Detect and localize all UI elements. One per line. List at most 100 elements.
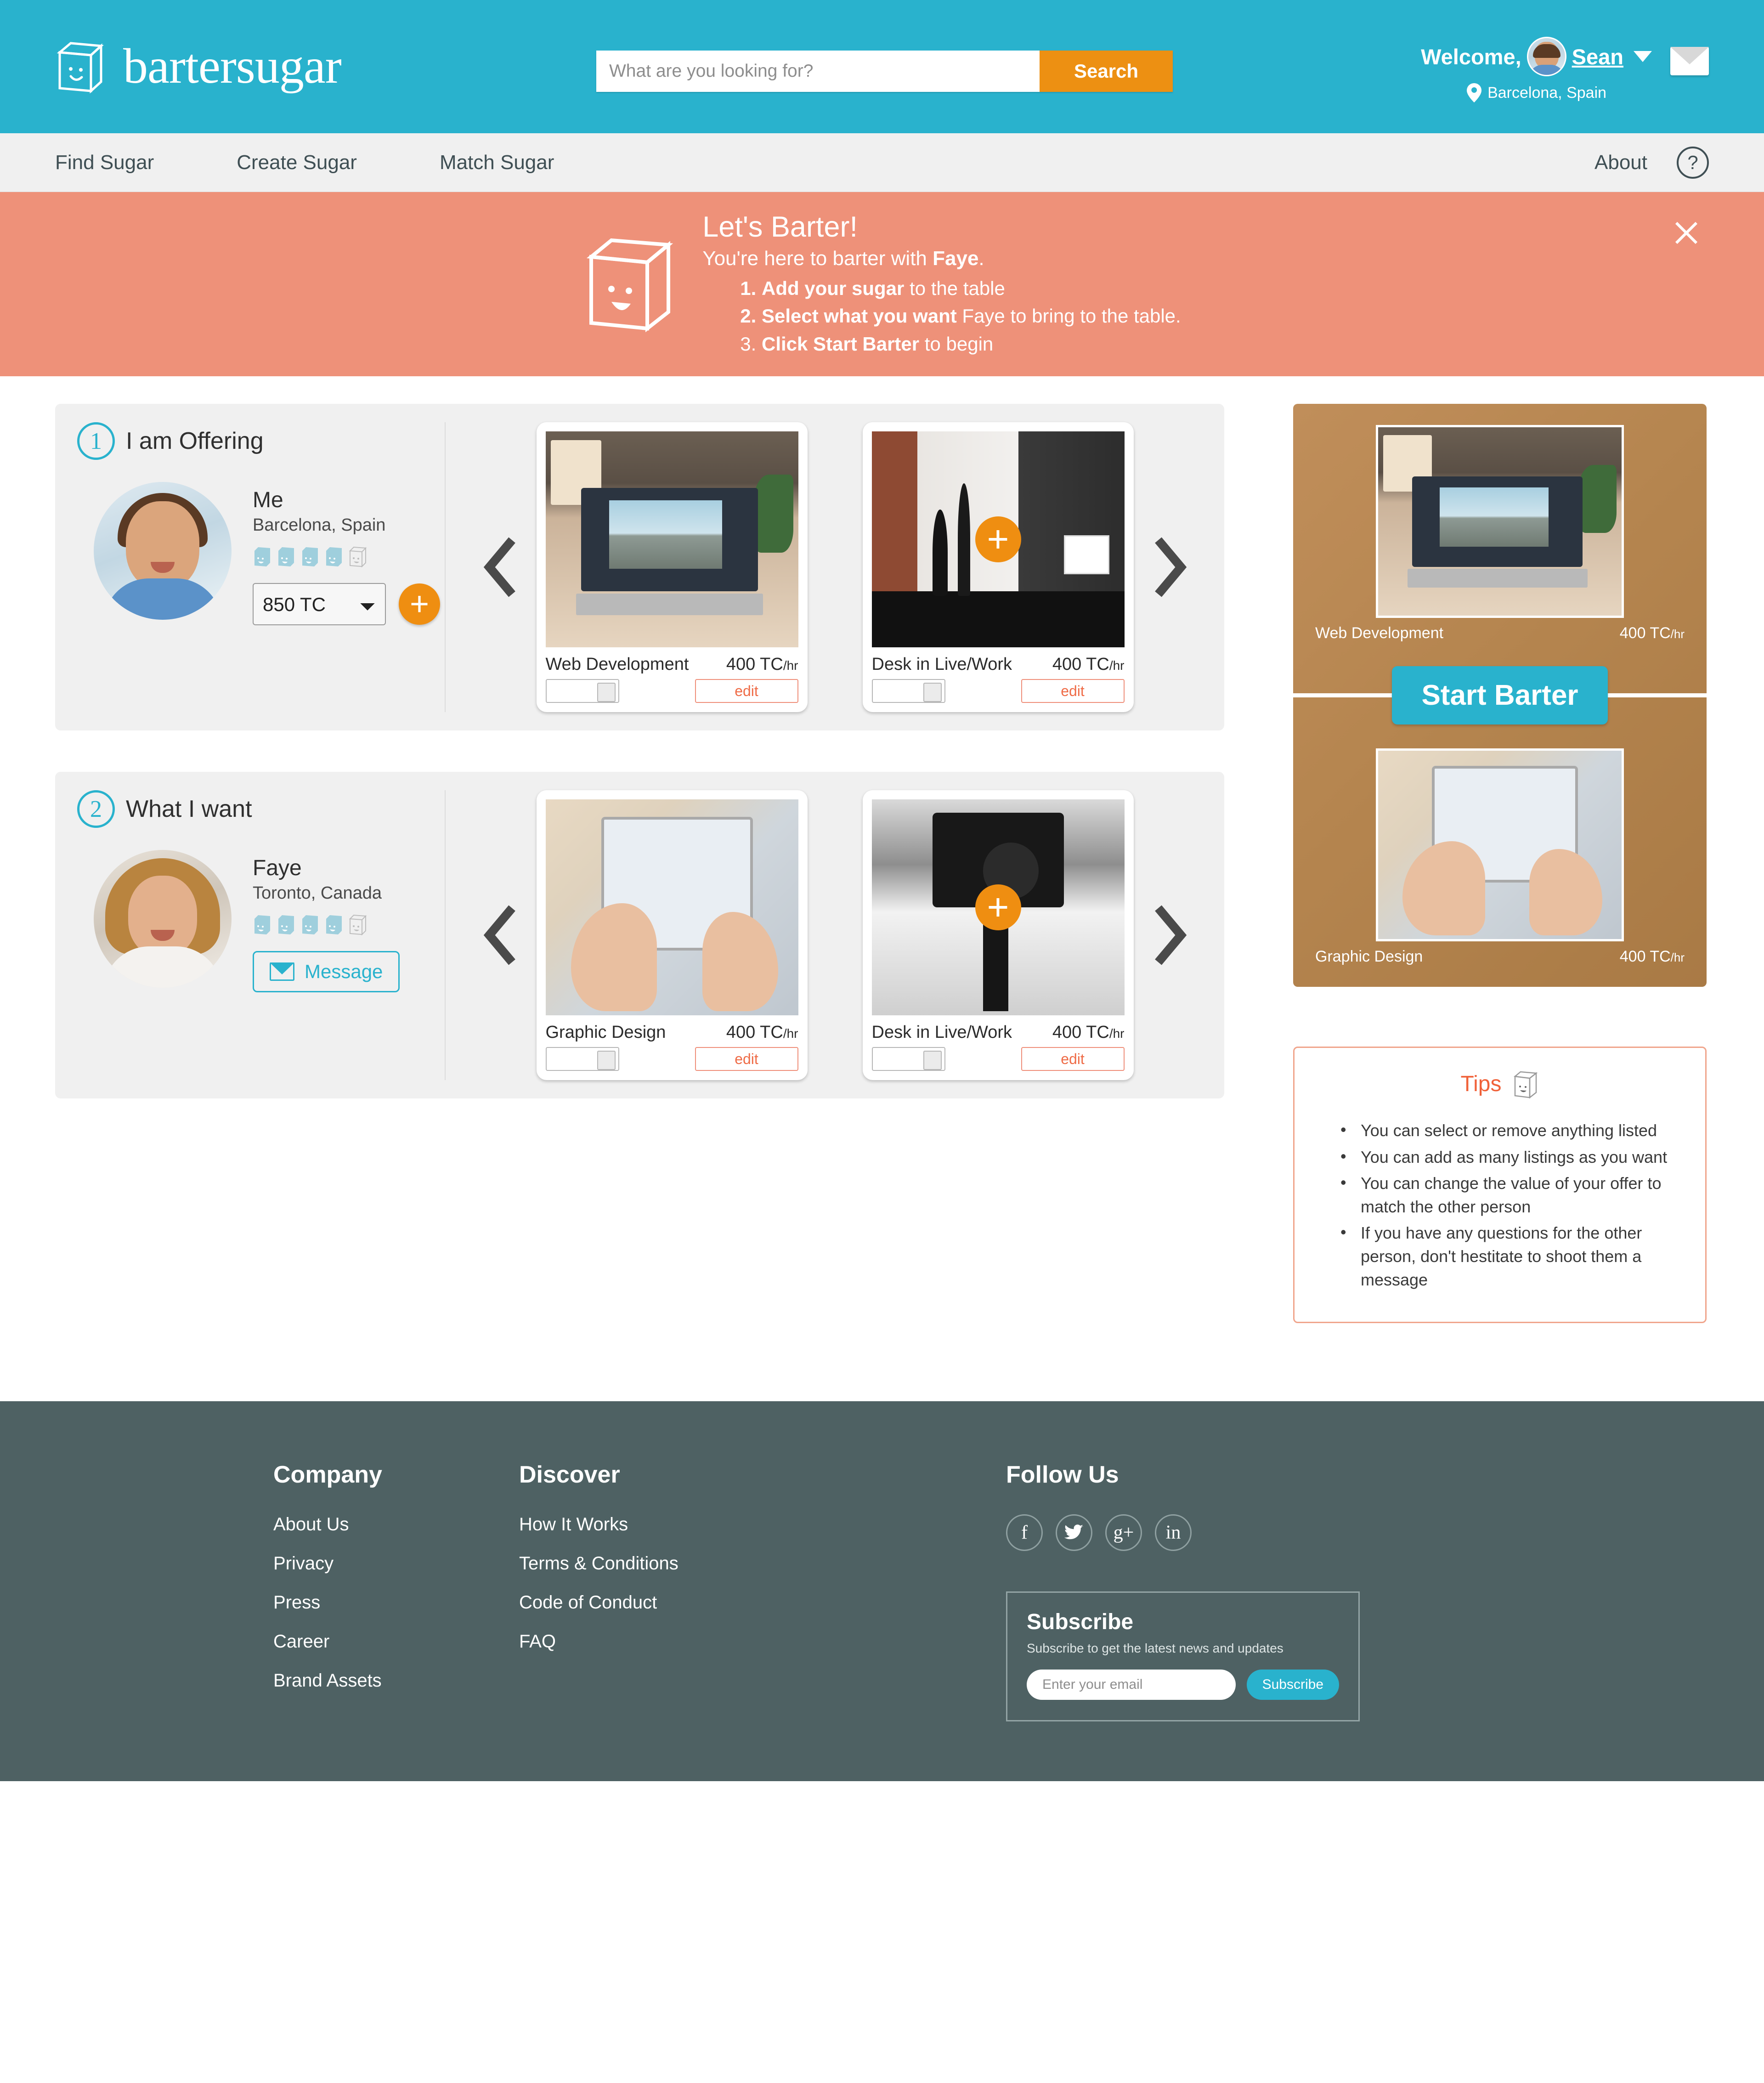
facebook-icon[interactable]: f xyxy=(1006,1514,1043,1551)
listing-price-unit: /hr xyxy=(783,658,798,673)
edit-listing-button[interactable]: edit xyxy=(1021,1047,1125,1071)
chevron-left-icon[interactable] xyxy=(482,537,517,598)
envelope-icon[interactable] xyxy=(1670,47,1709,75)
listing-date-input[interactable] xyxy=(545,1047,619,1071)
listing-date-input[interactable] xyxy=(545,679,619,703)
rating-cubes xyxy=(253,913,400,936)
edit-listing-button[interactable]: edit xyxy=(695,679,798,703)
banner-subtitle-post: . xyxy=(978,247,984,270)
twitter-icon[interactable] xyxy=(1056,1514,1092,1551)
listing-card[interactable]: Desk in Live/Work 400 TC/hr edit xyxy=(862,422,1134,713)
banner-step-2: 2. Select what you want Faye to bring to… xyxy=(740,302,1181,330)
wanted-panel: 2 What I want Faye Toronto, Canada Messa… xyxy=(55,772,1224,1099)
footer-follow-title: Follow Us xyxy=(1006,1461,1119,1489)
footer-link-faq[interactable]: FAQ xyxy=(519,1631,1006,1652)
add-listing-button[interactable] xyxy=(399,583,440,625)
linkedin-icon[interactable]: in xyxy=(1155,1514,1192,1551)
banner-step-1: 1. Add your sugar to the table xyxy=(740,275,1181,302)
avatar xyxy=(94,850,232,988)
listing-date-input[interactable] xyxy=(871,679,945,703)
close-icon[interactable] xyxy=(1673,220,1700,246)
tip-item: If you have any questions for the other … xyxy=(1338,1220,1682,1291)
subscribe-panel: Subscribe Subscribe to get the latest ne… xyxy=(1006,1591,1360,1722)
logo[interactable]: bartersugar xyxy=(55,38,342,95)
message-button[interactable]: Message xyxy=(253,951,400,993)
tips-panel: Tips You can select or remove anything l… xyxy=(1293,1047,1707,1324)
barter-instructions-banner: Let's Barter! You're here to barter with… xyxy=(0,192,1764,377)
banner-step-1-strong: Add your sugar xyxy=(761,277,905,299)
rating-cube-filled-icon xyxy=(278,547,294,567)
listing-price-value: 400 TC xyxy=(1619,948,1671,966)
nav-item-create-sugar[interactable]: Create Sugar xyxy=(237,151,357,174)
banner-subtitle-pre: You're here to barter with xyxy=(702,247,933,270)
nav-item-about[interactable]: About xyxy=(1594,151,1647,174)
chevron-right-icon[interactable] xyxy=(1153,905,1188,966)
rating-cube-filled-icon xyxy=(254,547,270,567)
listing-card[interactable]: Web Development 400 TC/hr edit xyxy=(536,422,808,713)
sugar-cube-icon xyxy=(1514,1071,1538,1099)
footer-company-title: Company xyxy=(273,1461,382,1489)
google-plus-icon[interactable]: g+ xyxy=(1105,1514,1142,1551)
edit-listing-button[interactable]: edit xyxy=(1021,679,1125,703)
account-menu[interactable]: Welcome, Sean Barcelona, Spain xyxy=(1421,37,1652,103)
sugar-cube-mascot-icon xyxy=(587,238,673,333)
footer-link-terms[interactable]: Terms & Conditions xyxy=(519,1553,1006,1574)
listing-card[interactable]: Desk in Live/Work 400 TC/hr edit xyxy=(862,790,1134,1081)
footer-discover-title: Discover xyxy=(519,1461,620,1489)
subscribe-button[interactable]: Subscribe xyxy=(1246,1670,1339,1700)
listing-title: Web Development xyxy=(545,655,689,674)
step-number-1: 1 xyxy=(77,422,115,460)
banner-step-3-rest: to begin xyxy=(919,333,994,355)
message-button-label: Message xyxy=(305,961,383,983)
nav-item-find-sugar[interactable]: Find Sugar xyxy=(55,151,154,174)
footer-link-code-of-conduct[interactable]: Code of Conduct xyxy=(519,1592,1006,1613)
footer-link-career[interactable]: Career xyxy=(273,1631,519,1652)
table-wanted-item: Graphic Design 400 TC/hr xyxy=(1315,748,1685,966)
footer-link-brand-assets[interactable]: Brand Assets xyxy=(273,1670,519,1691)
plus-icon[interactable] xyxy=(975,884,1021,931)
edit-listing-button[interactable]: edit xyxy=(695,1047,798,1071)
listing-card[interactable]: Graphic Design 400 TC/hr edit xyxy=(536,790,808,1081)
subscribe-email-input[interactable] xyxy=(1027,1670,1236,1700)
footer-link-about-us[interactable]: About Us xyxy=(273,1514,519,1535)
subscribe-description: Subscribe to get the latest news and upd… xyxy=(1027,1641,1283,1656)
chevron-right-icon[interactable] xyxy=(1153,537,1188,598)
listing-photo xyxy=(871,431,1125,648)
avatar xyxy=(94,482,232,620)
banner-steps: 1. Add your sugar to the table 2. Select… xyxy=(702,275,1181,358)
start-barter-button[interactable]: Start Barter xyxy=(1392,666,1608,725)
offering-panel: 1 I am Offering Me Barcelona, Spain 850 … xyxy=(55,404,1224,731)
account-name-link[interactable]: Sean xyxy=(1572,44,1623,69)
search-bar[interactable]: Search xyxy=(596,51,1173,92)
primary-nav: Find Sugar Create Sugar Match Sugar Abou… xyxy=(0,133,1764,192)
footer-link-how-it-works[interactable]: How It Works xyxy=(519,1514,1006,1535)
banner-step-2-strong: Select what you want xyxy=(761,305,957,327)
listing-price: 400 TC/hr xyxy=(726,655,798,674)
rating-cubes xyxy=(253,545,440,568)
footer-discover-column: Discover How It Works Terms & Conditions… xyxy=(519,1461,1006,1721)
chevron-down-icon[interactable] xyxy=(1634,51,1652,62)
listing-date-input[interactable] xyxy=(871,1047,945,1071)
step-number-2: 2 xyxy=(77,790,115,828)
chevron-left-icon[interactable] xyxy=(482,905,517,966)
footer-link-press[interactable]: Press xyxy=(273,1592,519,1613)
footer-link-privacy[interactable]: Privacy xyxy=(273,1553,519,1574)
search-input[interactable] xyxy=(596,51,1040,92)
banner-subtitle: You're here to barter with Faye. xyxy=(702,247,1181,270)
rating-cube-empty-icon xyxy=(349,547,367,568)
listing-title: Graphic Design xyxy=(545,1023,666,1042)
search-button[interactable]: Search xyxy=(1040,51,1173,92)
plus-icon[interactable] xyxy=(975,516,1021,563)
rating-cube-filled-icon xyxy=(302,547,318,567)
page-root: bartersugar Search Welcome, Sean xyxy=(0,0,1764,2083)
listing-price-value: 400 TC xyxy=(726,1023,783,1042)
barter-table-column: Web Development 400 TC/hr Start Barter G… xyxy=(1293,404,1707,1324)
banner-step-3-strong: Click Start Barter xyxy=(761,333,920,355)
offering-person-name: Me xyxy=(253,488,283,513)
offer-value-select[interactable]: 850 TC xyxy=(253,583,386,626)
start-barter-row: Start Barter xyxy=(1293,666,1707,725)
tip-item: You can change the value of your offer t… xyxy=(1338,1171,1682,1218)
help-icon[interactable]: ? xyxy=(1677,146,1709,179)
nav-item-match-sugar[interactable]: Match Sugar xyxy=(440,151,554,174)
welcome-label: Welcome, xyxy=(1421,44,1521,69)
